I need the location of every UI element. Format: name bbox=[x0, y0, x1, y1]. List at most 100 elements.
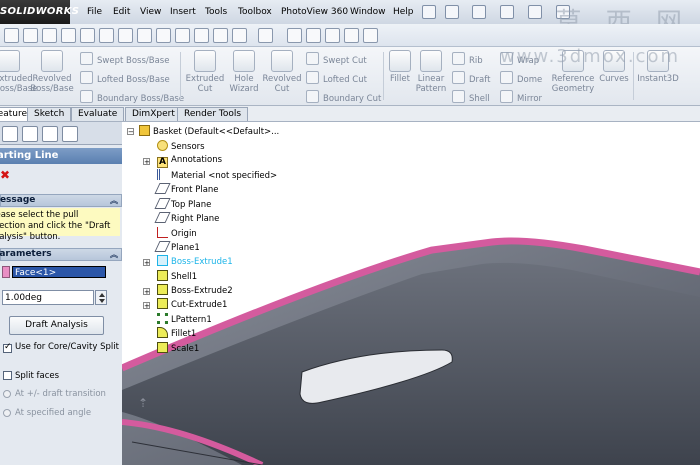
menu-file[interactable]: File bbox=[87, 0, 102, 24]
tree-item-origin[interactable]: Origin bbox=[157, 227, 197, 240]
boundary-boss-button[interactable]: Boundary Boss/Base bbox=[80, 90, 184, 105]
cancel-icon[interactable]: ✖ bbox=[0, 168, 10, 182]
undo-icon[interactable] bbox=[556, 5, 570, 19]
toolbar-icon-6[interactable] bbox=[99, 28, 114, 43]
shell-button[interactable]: Shell bbox=[452, 90, 490, 105]
linear-pattern-button[interactable]: Linear Pattern bbox=[414, 50, 448, 94]
radio-specified-angle[interactable] bbox=[3, 409, 11, 417]
menu-view[interactable]: View bbox=[140, 0, 161, 24]
tree-item-top-plane[interactable]: Top Plane bbox=[154, 198, 211, 211]
wrap-button[interactable]: Wrap bbox=[500, 52, 539, 67]
tree-expand-toggle[interactable]: + bbox=[143, 288, 150, 296]
tree-item-plane1[interactable]: Plane1 bbox=[154, 241, 200, 254]
menu-insert[interactable]: Insert bbox=[170, 0, 196, 24]
hole-wizard-icon bbox=[233, 50, 255, 72]
toolbar-icon-18[interactable] bbox=[344, 28, 359, 43]
core-cavity-label: Use for Core/Cavity Split bbox=[15, 342, 119, 352]
feature-manager-icon[interactable] bbox=[2, 126, 18, 142]
menu-toolbox[interactable]: Toolbox bbox=[238, 0, 272, 24]
swept-boss-button[interactable]: Swept Boss/Base bbox=[80, 52, 169, 67]
tree-expand-toggle[interactable]: + bbox=[143, 158, 150, 166]
tree-item-annotations[interactable]: A Annotations bbox=[157, 154, 222, 168]
instant3d-button[interactable]: Instant3D bbox=[636, 50, 680, 84]
appearance-manager-icon[interactable] bbox=[62, 126, 78, 142]
tree-item-front-plane[interactable]: Front Plane bbox=[154, 183, 219, 196]
fillet-button[interactable]: Fillet bbox=[386, 50, 414, 84]
tree-expand-toggle[interactable]: + bbox=[143, 259, 150, 267]
extruded-boss-button[interactable]: Extruded Boss/Base bbox=[0, 50, 37, 94]
toolbar-icon-17[interactable] bbox=[325, 28, 340, 43]
toolbar-icon-5[interactable] bbox=[80, 28, 95, 43]
revolved-boss-button[interactable]: Revolved Boss/Base bbox=[28, 50, 76, 94]
tree-item-scale1[interactable]: Scale1 bbox=[157, 342, 199, 355]
sum-icon[interactable] bbox=[137, 28, 152, 43]
tab-dimxpert[interactable]: DimXpert bbox=[125, 107, 182, 121]
lofted-cut-button[interactable]: Lofted Cut bbox=[306, 71, 367, 86]
message-section-header[interactable]: Message ︽ bbox=[0, 194, 122, 207]
toolbar-icon-15[interactable] bbox=[287, 28, 302, 43]
save-icon[interactable] bbox=[500, 5, 514, 19]
menu-photoview[interactable]: PhotoView 360 bbox=[281, 0, 348, 24]
core-cavity-checkbox[interactable] bbox=[3, 342, 12, 353]
tree-item-shell1[interactable]: Shell1 bbox=[157, 270, 197, 283]
face-selection-box[interactable]: Face<1> bbox=[12, 266, 106, 278]
curves-button[interactable]: Curves bbox=[598, 50, 630, 84]
toolbar-icon-13[interactable] bbox=[232, 28, 247, 43]
toolbar-icon-4[interactable] bbox=[61, 28, 76, 43]
tree-item-cut-extrude1[interactable]: Cut-Extrude1 bbox=[157, 298, 227, 311]
hole-wizard-button[interactable]: Hole Wizard bbox=[228, 50, 260, 94]
tab-render-tools[interactable]: Render Tools bbox=[177, 107, 249, 121]
radio-draft-transition[interactable] bbox=[3, 390, 11, 398]
print-icon[interactable] bbox=[528, 5, 542, 19]
tab-evaluate[interactable]: Evaluate bbox=[71, 107, 125, 121]
toolbar-icon-3[interactable] bbox=[42, 28, 57, 43]
configuration-manager-icon[interactable] bbox=[42, 126, 58, 142]
rib-button[interactable]: Rib bbox=[452, 52, 483, 67]
boundary-cut-button[interactable]: Boundary Cut bbox=[306, 90, 381, 105]
tree-expand-toggle[interactable]: + bbox=[143, 302, 150, 310]
draft-analysis-button[interactable]: Draft Analysis bbox=[9, 316, 104, 335]
swept-cut-button[interactable]: Swept Cut bbox=[306, 52, 367, 67]
toolbar-icon-7[interactable] bbox=[118, 28, 133, 43]
tree-item-fillet1[interactable]: Fillet1 bbox=[157, 327, 196, 340]
menu-edit[interactable]: Edit bbox=[113, 0, 130, 24]
tree-item-boss-extrude1[interactable]: Boss-Extrude1 bbox=[157, 255, 233, 268]
toolbar-icon-14[interactable] bbox=[258, 28, 273, 43]
angle-spinner[interactable] bbox=[95, 290, 107, 305]
toolbar-icon-16[interactable] bbox=[306, 28, 321, 43]
toolbar-icon-12[interactable] bbox=[213, 28, 228, 43]
toolbar-icon-10[interactable] bbox=[175, 28, 190, 43]
tree-item-right-plane[interactable]: Right Plane bbox=[154, 212, 219, 225]
toolbar-icon-11[interactable] bbox=[194, 28, 209, 43]
draft-button[interactable]: Draft bbox=[452, 71, 490, 86]
tree-item-material[interactable]: Material <not specified> bbox=[157, 169, 277, 182]
extruded-cut-button[interactable]: Extruded Cut bbox=[184, 50, 226, 94]
toolbar-icon-1[interactable] bbox=[4, 28, 19, 43]
tree-collapse-toggle[interactable]: − bbox=[127, 128, 134, 136]
revolved-cut-button[interactable]: Revolved Cut bbox=[262, 50, 302, 94]
tree-root[interactable]: Basket (Default<<Default>... bbox=[139, 125, 279, 138]
tree-item-boss-extrude2[interactable]: Boss-Extrude2 bbox=[157, 284, 233, 297]
pin-icon[interactable] bbox=[422, 5, 436, 19]
property-manager-icon[interactable] bbox=[22, 126, 38, 142]
menu-window[interactable]: Window bbox=[350, 0, 386, 24]
toolbar-icon-19[interactable] bbox=[363, 28, 378, 43]
new-icon[interactable] bbox=[445, 5, 459, 19]
open-icon[interactable] bbox=[472, 5, 486, 19]
split-faces-checkbox[interactable] bbox=[3, 371, 12, 380]
toolbar-icon-9[interactable] bbox=[156, 28, 171, 43]
lofted-boss-button[interactable]: Lofted Boss/Base bbox=[80, 71, 170, 86]
dome-button[interactable]: Dome bbox=[500, 71, 542, 86]
parameters-section-header[interactable]: Parameters ︽ bbox=[0, 248, 122, 261]
draft-angle-input[interactable]: 1.00deg bbox=[2, 290, 94, 305]
reference-geometry-button[interactable]: Reference Geometry bbox=[550, 50, 596, 94]
toolbar-icon-2[interactable] bbox=[23, 28, 38, 43]
tree-item-lpattern1[interactable]: LPattern1 bbox=[157, 313, 212, 326]
tree-item-label: Boss-Extrude1 bbox=[171, 257, 233, 267]
menu-tools[interactable]: Tools bbox=[205, 0, 227, 24]
mirror-button[interactable]: Mirror bbox=[500, 90, 542, 105]
instant3d-label: Instant3D bbox=[637, 74, 679, 84]
tab-sketch[interactable]: Sketch bbox=[27, 107, 72, 121]
tree-item-sensors[interactable]: Sensors bbox=[157, 140, 205, 153]
menu-help[interactable]: Help bbox=[393, 0, 414, 24]
